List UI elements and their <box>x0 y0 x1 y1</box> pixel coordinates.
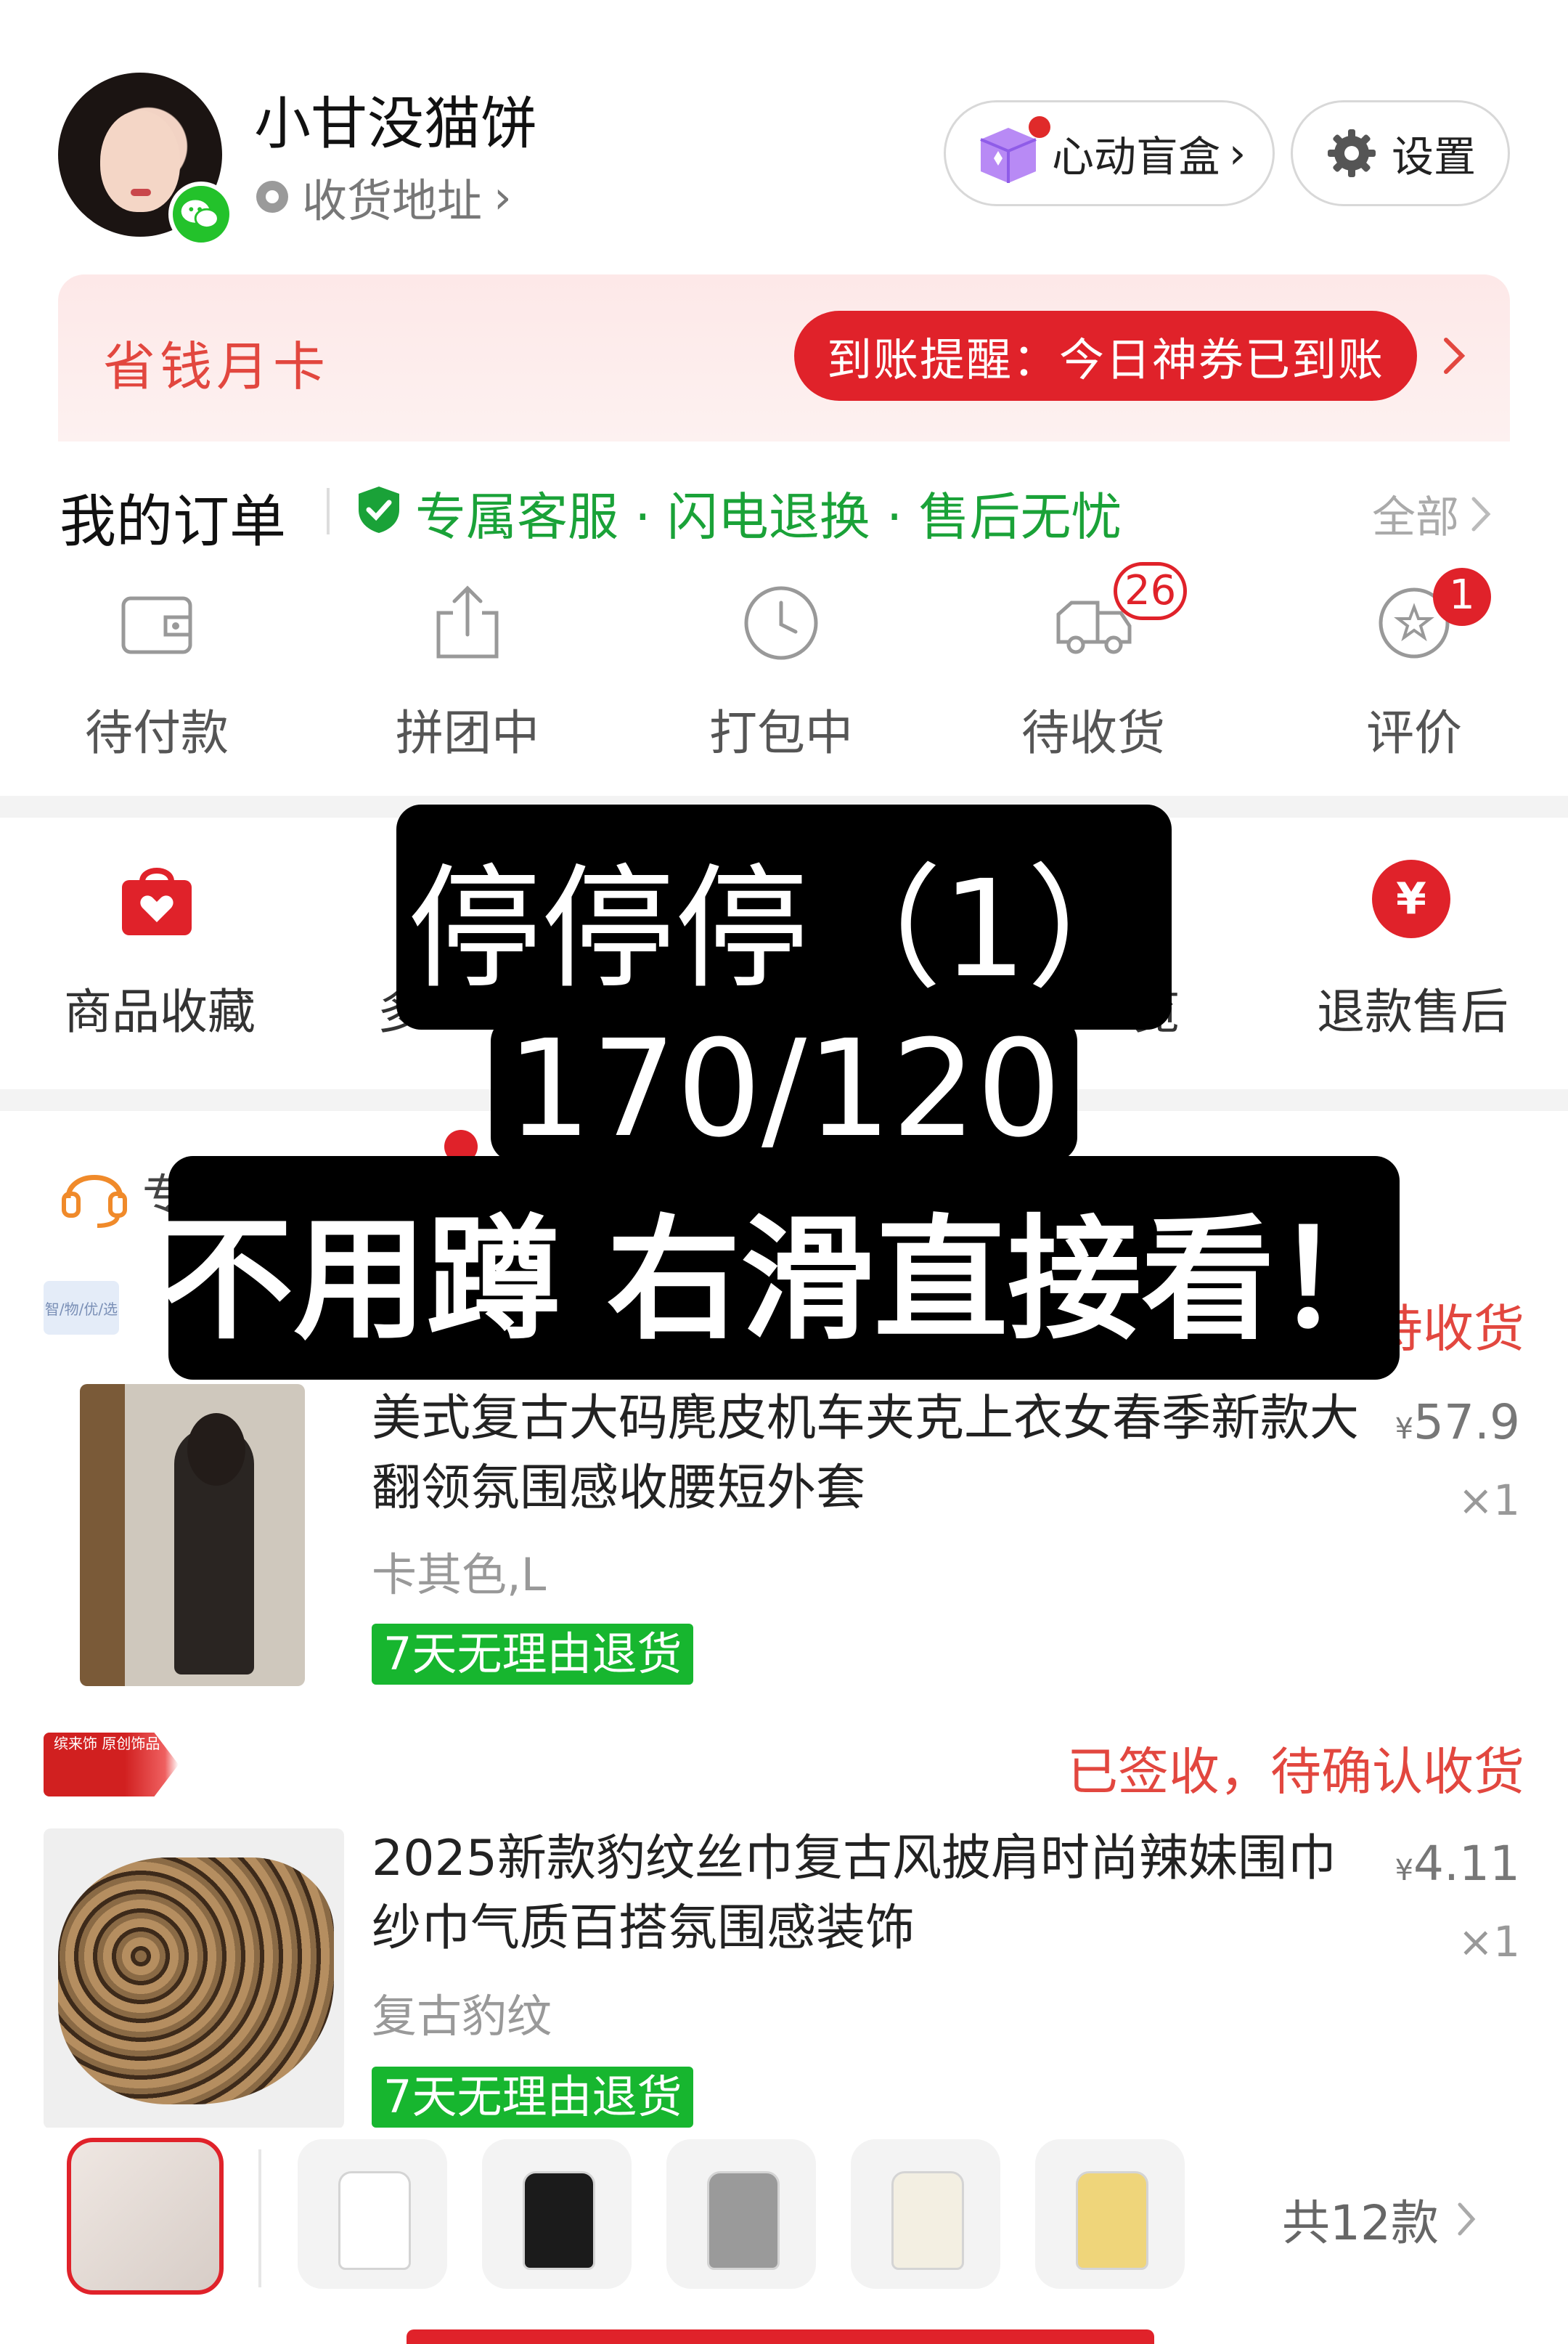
tank-top-cream <box>891 2171 964 2270</box>
shortcut-label: 商品收藏 <box>64 984 256 1040</box>
share-icon <box>425 581 510 665</box>
order-status-packing[interactable]: 打包中 <box>691 581 865 770</box>
shortcut-favorites[interactable]: 商品收藏 <box>58 857 261 1040</box>
product-name[interactable]: 美式复古大码麂皮机车夹克上衣女春季新款大翻领氛围感收腰短外套 <box>372 1384 1373 1523</box>
address-label: 收货地址 <box>302 174 483 227</box>
variant-thumbnail[interactable] <box>851 2139 1000 2289</box>
product-spec: 复古豹纹 <box>372 1990 552 2043</box>
return-policy-tag: 7天无理由退货 <box>372 2067 694 2128</box>
product-image[interactable] <box>80 1384 305 1686</box>
return-policy-tag: 7天无理由退货 <box>372 1624 694 1685</box>
chevron-right-icon[interactable] <box>1440 334 1469 378</box>
headset-icon[interactable] <box>58 1156 131 1229</box>
blind-box-button[interactable]: 心动盲盒 › <box>944 100 1275 206</box>
order-status-label: 待收货 <box>1021 705 1165 761</box>
awaiting-receipt-count-badge: 26 <box>1114 562 1188 620</box>
shop-logo[interactable]: 智/物/优/选 <box>44 1281 119 1335</box>
tank-top-white <box>338 2171 411 2270</box>
variant-thumbnail-selected[interactable] <box>67 2138 224 2295</box>
product-quantity: ×1 <box>1458 1917 1521 1966</box>
coupon-reminder-pill[interactable]: 到账提醒：今日神券已到账 <box>794 311 1417 401</box>
refund-yen-icon: ¥ <box>1371 858 1452 940</box>
variant-thumbnail[interactable] <box>482 2139 632 2289</box>
chevron-right-icon: › <box>494 170 512 224</box>
order-status-group-buying[interactable]: 拼团中 <box>377 581 552 770</box>
order-status-review[interactable]: 1 评价 <box>1324 568 1498 770</box>
wechat-icon <box>168 182 234 247</box>
variant-total-label: 共12款 <box>1282 2195 1439 2251</box>
shortcut-refund[interactable]: ¥ 退款售后 <box>1307 857 1524 1040</box>
variant-thumbnail[interactable] <box>298 2139 447 2289</box>
gear-icon <box>1325 126 1379 180</box>
blind-box-label: 心动盲盒 <box>1052 132 1221 182</box>
order-status-label: 拼团中 <box>396 705 539 761</box>
order-status-label: 待付款 <box>85 705 229 761</box>
order-status-pending-payment[interactable]: 待付款 <box>67 581 241 770</box>
shortcut-label: 退款售后 <box>1317 984 1508 1040</box>
currency-symbol: ¥ <box>1395 1412 1414 1446</box>
tank-top-black <box>523 2171 595 2270</box>
product-name[interactable]: 2025新款豹纹丝巾复古风披肩时尚辣妹围巾纱巾气质百搭氛围感装饰 <box>372 1824 1373 1963</box>
order-status-label: 评价 <box>1366 705 1462 761</box>
orders-title: 我的订单 <box>60 489 287 555</box>
product-price: ¥4.11 <box>1395 1836 1520 1892</box>
shop-logo[interactable]: 缤来饰 原创饰品 <box>44 1733 179 1796</box>
chevron-right-icon <box>1456 2201 1477 2237</box>
review-count-badge: 1 <box>1433 568 1491 626</box>
tank-top-grey <box>707 2171 780 2270</box>
price-value: 4.11 <box>1413 1836 1520 1892</box>
wallet-icon <box>115 581 199 665</box>
service-guarantee-text: 专属客服 · 闪电退换 · 售后无忧 <box>415 487 1122 547</box>
chevron-right-icon: › <box>1229 129 1246 178</box>
product-quantity: ×1 <box>1458 1476 1521 1525</box>
tank-top-yellow <box>1076 2171 1148 2270</box>
order-status-awaiting-receipt[interactable]: 26 待收货 <box>1003 562 1188 770</box>
settings-button[interactable]: 设置 <box>1291 100 1510 206</box>
price-value: 57.9 <box>1413 1394 1520 1450</box>
overlay-caption-line-1: 停停停（1） <box>396 805 1172 1030</box>
chevron-right-icon <box>1469 495 1493 534</box>
divider <box>327 488 330 534</box>
overlay-caption-line-2: 170/120 <box>491 1012 1077 1167</box>
divider <box>258 2149 261 2287</box>
all-variants-link[interactable]: 共12款 <box>1282 2184 1477 2254</box>
location-pin-icon <box>254 179 290 215</box>
currency-symbol: ¥ <box>1395 1854 1414 1887</box>
address-link[interactable]: 收货地址 › <box>254 164 512 229</box>
all-orders-label: 全部 <box>1372 492 1459 543</box>
variant-thumbnail[interactable] <box>1035 2139 1185 2289</box>
bottom-action-bar[interactable] <box>407 2329 1154 2344</box>
svg-text:¥: ¥ <box>1396 874 1426 924</box>
shopping-bag-heart-icon <box>116 857 197 938</box>
all-orders-link[interactable]: 全部 <box>1372 482 1493 545</box>
savings-card-title: 省钱月卡 <box>103 336 330 397</box>
username: 小甘没猫饼 <box>254 91 538 157</box>
gift-box-icon <box>973 116 1050 186</box>
clock-icon <box>739 581 823 665</box>
product-spec: 卡其色,L <box>372 1548 547 1601</box>
variant-thumbnail[interactable] <box>666 2139 816 2289</box>
order-status-text: 已签收，待确认收货 <box>1067 1742 1524 1802</box>
order-status-label: 打包中 <box>709 705 853 761</box>
product-image[interactable] <box>44 1828 344 2129</box>
product-price: ¥57.9 <box>1395 1394 1520 1450</box>
settings-label: 设置 <box>1391 132 1476 182</box>
overlay-caption-line-3: 不用蹲 右滑直接看！ <box>160 1156 1408 1380</box>
shield-check-icon <box>356 485 402 534</box>
